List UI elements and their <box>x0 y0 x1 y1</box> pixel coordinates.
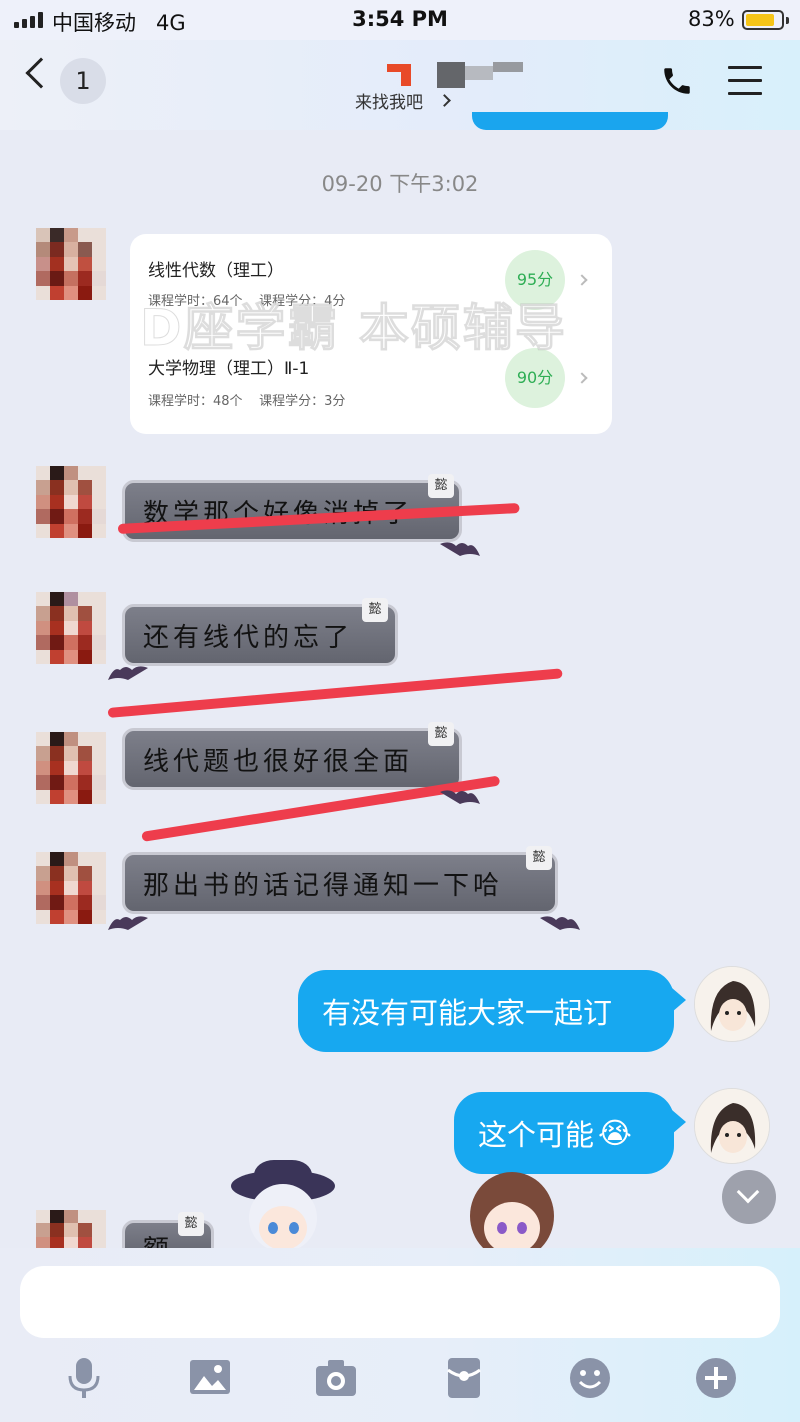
plus-icon[interactable] <box>694 1356 738 1400</box>
battery-fill <box>746 14 775 26</box>
camera-icon[interactable] <box>314 1356 358 1400</box>
status-time: 3:54 PM <box>352 7 448 31</box>
message-input[interactable] <box>20 1266 780 1338</box>
battery-percent: 83% <box>688 7 735 31</box>
bubble-tag: 懿 <box>362 598 388 622</box>
avatar[interactable] <box>36 592 106 664</box>
message-text: 这个可能 <box>478 1118 595 1152</box>
image-icon[interactable] <box>188 1356 232 1400</box>
mic-icon[interactable] <box>62 1356 106 1400</box>
bat-wing-decoration <box>108 916 148 930</box>
battery-icon <box>742 10 789 30</box>
chevron-right-icon <box>576 372 588 384</box>
message-bubble[interactable]: 那出书的话记得通知一下哈 <box>122 852 558 914</box>
bubble-tail <box>672 988 686 1012</box>
message-text: 有没有可能大家一起订 <box>322 996 613 1030</box>
watermark: D座学霸 本硕辅导 <box>140 299 567 358</box>
contact-name <box>385 60 530 88</box>
message-text: 还有线代的忘了 <box>143 622 354 653</box>
bat-wing-decoration <box>440 790 480 804</box>
previous-message-edge <box>472 112 668 130</box>
sticker-character <box>231 1160 335 1248</box>
crying-emoji-icon: 😭 <box>598 1116 632 1150</box>
message-bubble[interactable]: 有没有可能大家一起订 <box>298 970 674 1052</box>
course-meta: 课程学时：48个 课程学分：3分 <box>148 394 346 409</box>
red-packet-icon[interactable] <box>442 1356 486 1400</box>
scroll-to-bottom-button[interactable] <box>722 1170 776 1224</box>
menu-icon[interactable] <box>728 66 762 96</box>
bat-wing-decoration <box>540 916 580 930</box>
contact-subtitle[interactable]: 来找我吧 <box>355 88 423 113</box>
my-avatar[interactable] <box>694 966 770 1042</box>
message-bubble[interactable]: 这个可能 😭 <box>454 1092 674 1174</box>
my-avatar[interactable] <box>694 1088 770 1164</box>
message-text: 那出书的话记得通知一下哈 <box>143 870 504 901</box>
unread-count-badge[interactable]: 1 <box>60 58 106 104</box>
message-bubble[interactable]: 还有线代的忘了 <box>122 604 398 666</box>
bubble-tag: 懿 <box>428 474 454 498</box>
course-name: 线性代数（理工） <box>148 261 284 281</box>
bat-wing-decoration <box>108 666 148 680</box>
bubble-tag: 懿 <box>178 1212 204 1236</box>
chevron-right-icon <box>576 274 588 286</box>
bubble-tag: 懿 <box>428 722 454 746</box>
bubble-tag: 懿 <box>526 846 552 870</box>
sticker-character <box>470 1172 554 1248</box>
emoji-icon[interactable] <box>568 1356 612 1400</box>
avatar[interactable] <box>36 228 106 300</box>
chevron-down-icon <box>736 1180 760 1204</box>
strike-mark <box>107 668 563 718</box>
avatar[interactable] <box>36 732 106 804</box>
message-text: 线代题也很好很全面 <box>143 746 414 777</box>
avatar[interactable] <box>36 852 106 924</box>
avatar[interactable] <box>36 1210 106 1250</box>
phone-icon[interactable] <box>660 64 694 98</box>
message-bubble[interactable]: 线代题也很好很全面 <box>122 728 462 790</box>
bat-wing-decoration <box>440 542 480 556</box>
bubble-tail <box>672 1110 686 1134</box>
avatar[interactable] <box>36 466 106 538</box>
message-timestamp: 09-20 下午3:02 <box>321 172 479 196</box>
